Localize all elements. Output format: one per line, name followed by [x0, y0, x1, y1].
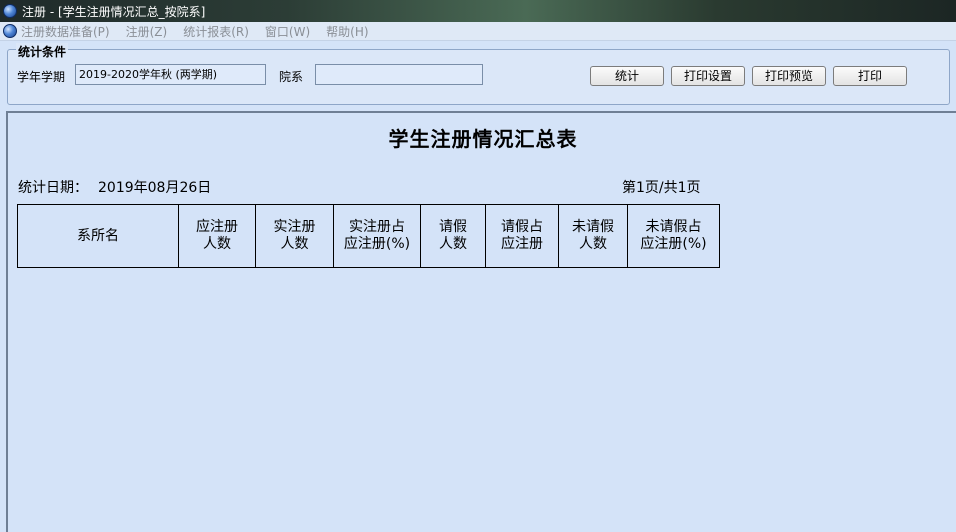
stat-date-label: 统计日期： — [18, 180, 88, 196]
col-leave-count: 请假 人数 — [420, 204, 486, 268]
col-no-leave-count: 未请假 人数 — [558, 204, 628, 268]
report-title: 学生注册情况汇总表 — [388, 127, 578, 151]
print-button[interactable]: 打印 — [833, 66, 907, 86]
col-no-leave-percent: 未请假占 应注册(%) — [627, 204, 720, 268]
report-preview-area: 学生注册情况汇总表 统计日期： 2019年08月26日 第1页/共1页 系所名 … — [6, 111, 956, 532]
col-actual-percent: 实注册占 应注册(%) — [333, 204, 421, 268]
term-label: 学年学期 — [17, 70, 66, 84]
print-preview-button[interactable]: 打印预览 — [752, 66, 826, 86]
dept-field[interactable] — [315, 64, 483, 85]
menu-bar: 注册数据准备(P) 注册(Z) 统计报表(R) 窗口(W) 帮助(H) — [0, 22, 956, 41]
conditions-legend: 统计条件 — [16, 43, 69, 60]
term-field[interactable]: 2019-2020学年秋 (两学期) — [75, 64, 266, 85]
document-globe-icon[interactable] — [3, 24, 17, 38]
col-expected-count: 应注册 人数 — [178, 204, 256, 268]
stat-date-value: 2019年08月26日 — [98, 180, 212, 196]
app-globe-icon[interactable] — [3, 4, 17, 18]
window-title: 注册 - [学生注册情况汇总_按院系] — [22, 4, 206, 19]
print-setup-button[interactable]: 打印设置 — [671, 66, 745, 86]
col-dept-name: 系所名 — [17, 204, 179, 268]
menu-window[interactable]: 窗口(W) — [265, 23, 310, 40]
statistics-conditions-group: 统计条件 学年学期 2019-2020学年秋 (两学期) 院系 统计 打印设置 … — [7, 43, 950, 105]
col-actual-count: 实注册 人数 — [255, 204, 334, 268]
menu-help[interactable]: 帮助(H) — [326, 23, 368, 40]
menu-register-data-prep[interactable]: 注册数据准备(P) — [21, 23, 110, 40]
menu-stat-reports[interactable]: 统计报表(R) — [183, 23, 249, 40]
stats-button[interactable]: 统计 — [590, 66, 664, 86]
window-titlebar: 注册 - [学生注册情况汇总_按院系] — [0, 0, 956, 22]
page-info: 第1页/共1页 — [622, 180, 701, 196]
col-leave-percent: 请假占 应注册 — [485, 204, 559, 268]
menu-register[interactable]: 注册(Z) — [126, 23, 168, 40]
table-header-row: 系所名 应注册 人数 实注册 人数 实注册占 应注册(%) 请假 人数 请假占 应注册 未… — [17, 204, 720, 268]
summary-table: 系所名 应注册 人数 实注册 人数 实注册占 应注册(%) 请假 人数 请假占 应注册 未… — [17, 204, 720, 268]
dept-label: 院系 — [279, 70, 304, 84]
